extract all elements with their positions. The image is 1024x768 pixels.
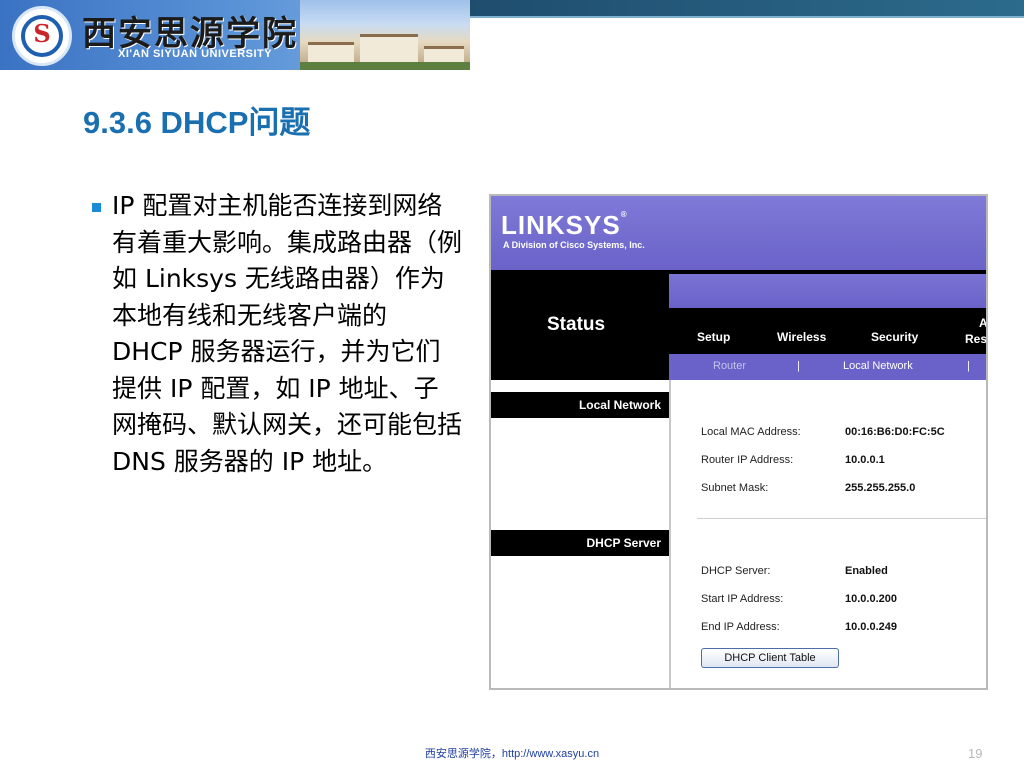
local-mac-address: 00:16:B6:D0:FC:5C xyxy=(845,426,945,438)
status-panel: Status xyxy=(491,270,669,380)
tab-setup[interactable]: Setup xyxy=(697,330,730,344)
subtab-separator: | xyxy=(967,360,970,372)
footer-text: 西安思源学院，http://www.xasyu.cn xyxy=(424,748,600,760)
linksys-header: LINKSYS® A Division of Cisco Systems, In… xyxy=(491,196,986,270)
tab-access[interactable]: A xyxy=(979,316,986,330)
tab-wireless[interactable]: Wireless xyxy=(777,330,826,344)
dhcp-server-status: Enabled xyxy=(845,565,888,577)
dhcp-client-table-button[interactable]: DHCP Client Table xyxy=(701,648,839,668)
square-bullet-icon xyxy=(92,203,101,212)
subtab-separator: | xyxy=(797,360,800,372)
tab-restrictions[interactable]: Res xyxy=(965,332,986,346)
page-label: Status xyxy=(547,314,606,335)
router-ip-address: 10.0.0.1 xyxy=(845,454,885,466)
linksys-status-screenshot: LINKSYS® A Division of Cisco Systems, In… xyxy=(489,194,988,690)
university-name-english: XI'AN SIYUAN UNIVERSITY xyxy=(118,48,273,60)
linksys-logo: LINKSYS® xyxy=(501,210,628,240)
section-sidebar: Local Network DHCP Server xyxy=(491,380,669,688)
subtab-local-network[interactable]: Local Network xyxy=(843,360,913,372)
field-label: Router IP Address: xyxy=(701,454,794,466)
linksys-tagline: A Division of Cisco Systems, Inc. xyxy=(503,240,645,250)
section-local-network: Local Network xyxy=(491,392,669,418)
main-tab-bar: Setup Wireless Security A Res xyxy=(669,308,986,354)
field-label: DHCP Server: xyxy=(701,565,771,577)
section-divider xyxy=(697,518,986,519)
status-content: Local MAC Address: 00:16:B6:D0:FC:5C Rou… xyxy=(669,380,986,688)
subnet-mask: 255.255.255.0 xyxy=(845,482,916,494)
top-decor-bar xyxy=(470,0,1024,18)
slide-title: 9.3.6 DHCP问题 xyxy=(83,105,311,140)
field-label: Subnet Mask: xyxy=(701,482,769,494)
header-band xyxy=(669,270,986,308)
campus-photo xyxy=(300,0,470,70)
field-label: Local MAC Address: xyxy=(701,426,801,438)
university-banner: S 西安思源学院 XI'AN SIYUAN UNIVERSITY xyxy=(0,0,470,70)
page-number: 19 xyxy=(968,746,983,761)
sub-tab-bar: Router | Local Network | xyxy=(669,354,986,380)
section-dhcp-server: DHCP Server xyxy=(491,530,669,556)
logo-mark: S xyxy=(33,19,51,48)
university-logo-icon: S xyxy=(12,6,72,66)
start-ip-address: 10.0.0.200 xyxy=(845,593,897,605)
field-label: Start IP Address: xyxy=(701,593,784,605)
subtab-router[interactable]: Router xyxy=(713,360,746,372)
field-label: End IP Address: xyxy=(701,621,780,633)
bullet-text: IP 配置对主机能否连接到网络有着重大影响。集成路由器（例如 Linksys 无… xyxy=(112,191,463,476)
end-ip-address: 10.0.0.249 xyxy=(845,621,897,633)
tab-security[interactable]: Security xyxy=(871,330,918,344)
